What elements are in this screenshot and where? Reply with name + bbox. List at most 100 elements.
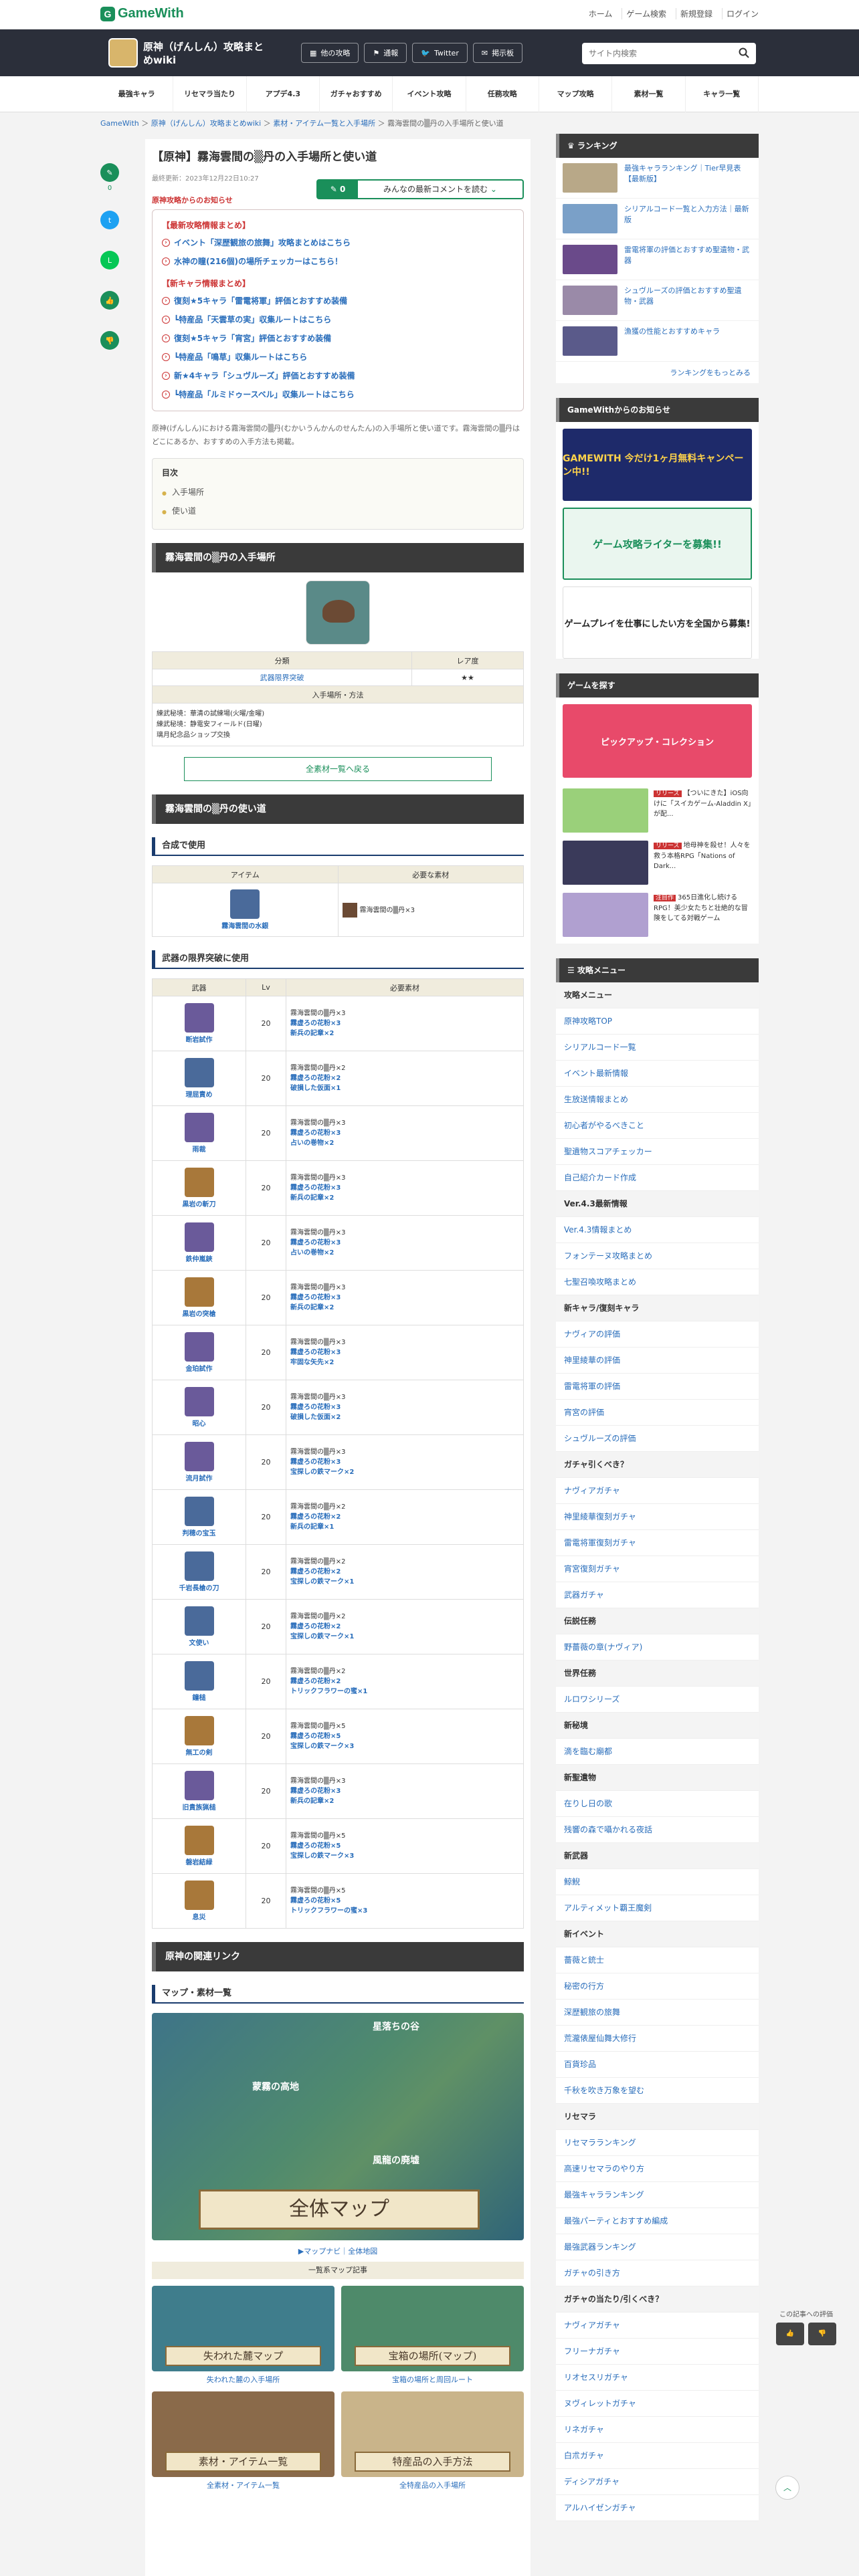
thumbs-down-icon[interactable]: 👎: [808, 2323, 836, 2345]
weapon-icon[interactable]: [184, 1277, 214, 1307]
material-link[interactable]: 霧虚ろの花粉×2: [290, 1677, 519, 1687]
weapon-icon[interactable]: [184, 1387, 214, 1416]
thumbs-down-icon[interactable]: 👎: [100, 331, 119, 350]
menu-item[interactable]: 最強武器ランキング: [556, 2234, 759, 2260]
weapon-name[interactable]: 流月試作: [157, 1473, 242, 1483]
material-link[interactable]: 新兵の記章×2: [290, 1796, 519, 1806]
gamewith-logo[interactable]: G GameWith: [100, 6, 184, 21]
weapon-name[interactable]: 千岩長槍の刀: [157, 1582, 242, 1592]
material-link[interactable]: 新兵の記章×1: [290, 1522, 519, 1532]
twitter-share-icon[interactable]: t: [100, 211, 119, 229]
game-item[interactable]: 注目作 365日進化し続けるRPG！美少女たちと壮絶的な冒険をしてる対戦ゲーム: [556, 889, 759, 944]
weapon-name[interactable]: 断岩試作: [157, 1034, 242, 1044]
menu-item[interactable]: Ver.4.3情報まとめ: [556, 1217, 759, 1243]
home-link[interactable]: ホーム: [585, 8, 613, 19]
menu-item[interactable]: ディシアガチャ: [556, 2469, 759, 2495]
thumbs-up-icon[interactable]: 👍: [776, 2323, 804, 2345]
other-guides-button[interactable]: ▦ 他の攻略: [301, 43, 359, 63]
weapon-icon[interactable]: [184, 1222, 214, 1252]
tab-quests[interactable]: 任務攻略: [466, 76, 539, 112]
ranking-item[interactable]: シリアルコード一覧と入力方法｜最新版: [556, 199, 759, 239]
game-item[interactable]: リリース 【ついにきた】iOS向けに「スイカゲーム-Aladdin X」が配...: [556, 784, 759, 837]
weapon-icon[interactable]: [184, 1771, 214, 1800]
menu-item[interactable]: 初心者がやるべきこと: [556, 1113, 759, 1139]
notice-link[interactable]: › 復刻★5キャラ「宵宮」評価とおすすめ装備: [162, 329, 514, 348]
breadcrumb-item[interactable]: GameWith: [100, 119, 139, 128]
weapon-name[interactable]: 雨裁: [157, 1144, 242, 1154]
thumbs-up-icon[interactable]: 👍: [100, 291, 119, 310]
menu-item[interactable]: シュヴルーズの評価: [556, 1426, 759, 1452]
weapon-name[interactable]: 理屈責め: [157, 1089, 242, 1099]
menu-item[interactable]: イベント最新情報: [556, 1061, 759, 1087]
promo-banner[interactable]: ゲームプレイを仕事にしたい方を全国から募集!: [563, 586, 752, 659]
menu-item[interactable]: 宵宮復刻ガチャ: [556, 1556, 759, 1582]
menu-item[interactable]: 百貨珍品: [556, 2052, 759, 2078]
menu-item[interactable]: 雷電将軍の評価: [556, 1374, 759, 1400]
weapon-name[interactable]: 無工の剣: [157, 1747, 242, 1757]
game-title[interactable]: 原神（げんしん）攻略まとめwiki: [143, 40, 264, 67]
material-link[interactable]: 霧虚ろの花粉×3: [290, 1183, 519, 1193]
menu-item[interactable]: フォンテーヌ攻略まとめ: [556, 1243, 759, 1269]
comment-icon[interactable]: ✎: [100, 163, 119, 182]
category-link[interactable]: 武器限界突破: [152, 669, 412, 686]
menu-item[interactable]: ルロワシリーズ: [556, 1687, 759, 1713]
material-link[interactable]: 宝探しの鉄マーク×3: [290, 1851, 519, 1861]
item-icon[interactable]: [230, 889, 260, 919]
menu-item[interactable]: 鯨鯢: [556, 1869, 759, 1895]
weapon-name[interactable]: 黒岩の斬刀: [157, 1198, 242, 1208]
weapon-name[interactable]: 旧貴族猟槌: [157, 1802, 242, 1812]
menu-item[interactable]: 最強パーティとおすすめ編成: [556, 2208, 759, 2234]
weapon-name[interactable]: 磐岩結緑: [157, 1856, 242, 1866]
weapon-name[interactable]: 鉄仲嵐鋏: [157, 1253, 242, 1263]
menu-item[interactable]: 野薔薇の章(ナヴィア): [556, 1634, 759, 1660]
menu-item[interactable]: アルティメット覇王魔剣: [556, 1895, 759, 1921]
tab-reroll[interactable]: リセマラ当たり: [173, 76, 247, 112]
notice-link[interactable]: › ┗特産品「天雲草の実」収集ルートはこちら: [162, 310, 514, 329]
material-link[interactable]: 霧虚ろの花粉×3: [290, 1786, 519, 1796]
material-link[interactable]: 宝探しの鉄マーク×2: [290, 1467, 519, 1477]
menu-item[interactable]: 白朮ガチャ: [556, 2443, 759, 2469]
notice-link[interactable]: › 復刻★5キャラ「雷電将軍」評価とおすすめ装備: [162, 292, 514, 310]
board-button[interactable]: ✉ 掲示板: [472, 43, 523, 63]
weapon-name[interactable]: 黒岩の突槍: [157, 1308, 242, 1318]
tab-characters[interactable]: キャラ一覧: [686, 76, 759, 112]
menu-item[interactable]: 荒瀧俵屋仙舞大修行: [556, 2026, 759, 2052]
menu-item[interactable]: 薔薇と銃士: [556, 1947, 759, 1973]
weapon-name[interactable]: 鐘槌: [157, 1692, 242, 1702]
menu-item[interactable]: ガチャの引き方: [556, 2260, 759, 2286]
tab-update[interactable]: アプデ4.3: [247, 76, 320, 112]
notice-link[interactable]: › イベント「深歴観旅の旅舞」攻略まとめはこちら: [162, 233, 514, 252]
games-banner[interactable]: ピックアップ・コレクション: [563, 704, 752, 778]
notice-link[interactable]: › 新★4キャラ「シュヴルーズ」評価とおすすめ装備: [162, 366, 514, 385]
menu-item[interactable]: ナヴィアガチャ: [556, 2313, 759, 2339]
menu-item[interactable]: 滴を臨む廟都: [556, 1739, 759, 1765]
menu-item[interactable]: 高速リセマラのやり方: [556, 2156, 759, 2182]
tab-strongest[interactable]: 最強キャラ: [100, 76, 174, 112]
menu-item[interactable]: 聖遺物スコアチェッカー: [556, 1139, 759, 1165]
menu-item[interactable]: 生放送情報まとめ: [556, 1087, 759, 1113]
tab-gacha[interactable]: ガチャおすすめ: [320, 76, 393, 112]
report-button[interactable]: ⚑ 通報: [364, 43, 407, 63]
material-link[interactable]: 霧虚ろの花粉×3: [290, 1402, 519, 1412]
material-link[interactable]: 霧虚ろの花粉×3: [290, 1293, 519, 1303]
menu-item[interactable]: ナヴィアの評価: [556, 1321, 759, 1348]
toc-item[interactable]: 入手場所: [162, 484, 514, 502]
weapon-name[interactable]: 息災: [157, 1911, 242, 1921]
material-link[interactable]: 霧虚ろの花粉×3: [290, 1128, 519, 1138]
game-item[interactable]: リリース 地母神を殺せ！人々を救う本格RPG「Nations of Dark...: [556, 837, 759, 889]
weapon-name[interactable]: 昭心: [157, 1418, 242, 1428]
material-link[interactable]: トリックフラワーの蜜×1: [290, 1687, 519, 1697]
material-link[interactable]: 霧虚ろの花粉×5: [290, 1841, 519, 1851]
weapon-icon[interactable]: [184, 1716, 214, 1745]
material-link[interactable]: 宝探しの鉄マーク×1: [290, 1577, 519, 1587]
menu-item[interactable]: 神里綾華の評価: [556, 1348, 759, 1374]
material-link[interactable]: 破損した仮面×2: [290, 1412, 519, 1422]
menu-item[interactable]: シリアルコード一覧: [556, 1035, 759, 1061]
toc-item[interactable]: 使い道: [162, 502, 514, 521]
material-link[interactable]: 霧虚ろの花粉×2: [290, 1512, 519, 1522]
weapon-icon[interactable]: [184, 1332, 214, 1362]
back-to-materials-button[interactable]: 全素材一覧へ戻る: [184, 757, 492, 781]
menu-item[interactable]: 千秋を吹き万象を望む: [556, 2078, 759, 2104]
tab-materials[interactable]: 素材一覧: [612, 76, 686, 112]
menu-item[interactable]: リネガチャ: [556, 2417, 759, 2443]
